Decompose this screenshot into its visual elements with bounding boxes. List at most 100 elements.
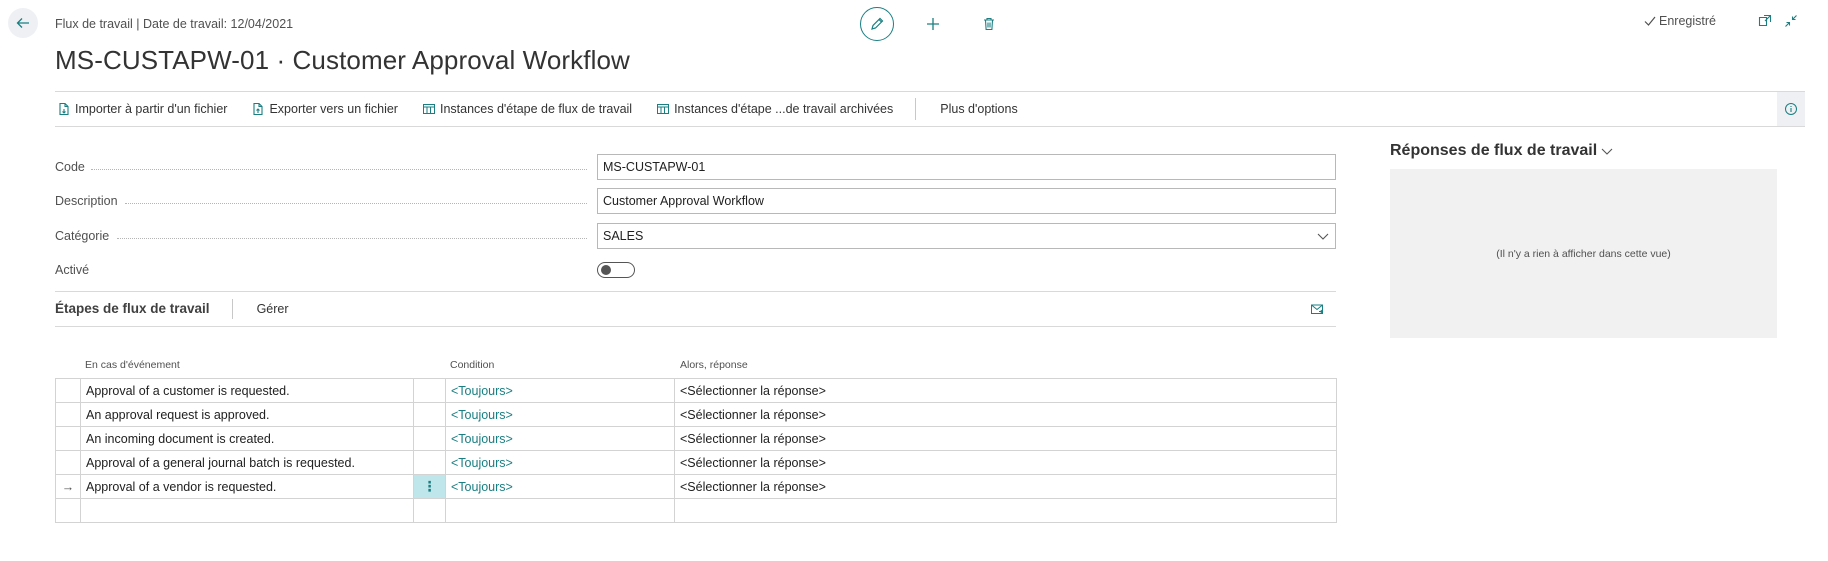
delete-button[interactable] xyxy=(972,7,1006,41)
row-menu-cell xyxy=(413,498,446,523)
event-cell[interactable]: An incoming document is created. xyxy=(80,426,414,451)
response-cell[interactable]: <Sélectionner la réponse> xyxy=(674,474,1337,499)
open-new-window-button[interactable] xyxy=(1758,14,1772,28)
table-icon xyxy=(422,104,435,114)
page-title: MS-CUSTAPW-01 · Customer Approval Workfl… xyxy=(55,45,630,75)
share-icon xyxy=(1311,304,1324,314)
step-instances-label: Instances d'étape de flux de travail xyxy=(439,102,633,116)
export-file-icon xyxy=(253,102,264,116)
category-value: SALES xyxy=(603,229,644,243)
response-cell[interactable]: <Sélectionner la réponse> xyxy=(674,450,1337,475)
workflow-steps-grid: Approval of a customer is requested. <To… xyxy=(55,378,1337,523)
collapse-icon xyxy=(1785,15,1797,27)
event-cell[interactable]: Approval of a general journal batch is r… xyxy=(80,450,414,475)
table-row[interactable]: Approval of a general journal batch is r… xyxy=(55,450,1337,475)
column-header-response[interactable]: Alors, réponse xyxy=(680,359,748,371)
share-button[interactable] xyxy=(1310,302,1324,316)
response-cell[interactable]: <Sélectionner la réponse> xyxy=(674,402,1337,427)
info-pane-button[interactable] xyxy=(1777,92,1805,126)
column-header-condition[interactable]: Condition xyxy=(450,359,494,371)
table-row[interactable]: An approval request is approved. <Toujou… xyxy=(55,402,1337,427)
record-toolbar xyxy=(860,7,1006,41)
code-field-row: Code MS-CUSTAPW-01 xyxy=(55,154,1336,180)
archived-step-instances-label: Instances d'étape ...de travail archivée… xyxy=(674,102,894,116)
condition-cell[interactable] xyxy=(445,498,675,523)
description-input[interactable]: Customer Approval Workflow xyxy=(597,188,1336,214)
archived-step-instances-action[interactable]: Instances d'étape ...de travail archivée… xyxy=(656,102,893,116)
saved-status: Enregistré xyxy=(1644,14,1716,28)
more-options-action[interactable]: Plus d'options xyxy=(940,102,1017,116)
row-menu-cell xyxy=(413,426,446,451)
more-options-label: Plus d'options xyxy=(940,102,1018,116)
response-cell[interactable] xyxy=(674,498,1337,523)
plus-icon xyxy=(927,18,939,30)
step-instances-action[interactable]: Instances d'étape de flux de travail xyxy=(422,102,632,116)
event-cell[interactable]: Approval of a customer is requested. xyxy=(80,378,414,403)
row-menu-cell xyxy=(413,450,446,475)
event-cell[interactable]: An approval request is approved. xyxy=(80,402,414,427)
table-row[interactable]: Approval of a customer is requested. <To… xyxy=(55,378,1337,403)
workflow-responses-label: Réponses de flux de travail xyxy=(1390,142,1598,159)
description-field-row: Description Customer Approval Workflow xyxy=(55,188,1336,214)
top-right-area: Enregistré xyxy=(1644,14,1798,28)
edit-button[interactable] xyxy=(860,7,894,41)
column-header-event[interactable]: En cas d'événement xyxy=(85,359,180,371)
enabled-label: Activé xyxy=(55,263,90,277)
export-file-action[interactable]: Exporter vers un fichier xyxy=(251,102,398,116)
condition-cell[interactable]: <Toujours> xyxy=(445,378,675,403)
trash-icon xyxy=(984,17,994,31)
back-arrow-icon xyxy=(16,18,29,28)
empty-view-message: (Il n'y a rien à afficher dans cette vue… xyxy=(1496,247,1671,260)
row-menu-cell xyxy=(413,402,446,427)
field-leader xyxy=(117,238,587,239)
export-file-label: Exporter vers un fichier xyxy=(269,102,398,116)
manage-button[interactable]: Gérer xyxy=(257,302,289,316)
category-select[interactable]: SALES xyxy=(597,223,1336,249)
description-label: Description xyxy=(55,194,118,208)
action-separator xyxy=(915,98,917,120)
event-cell[interactable] xyxy=(80,498,414,523)
open-in-new-window-icon xyxy=(1758,14,1772,27)
import-file-icon xyxy=(59,102,69,116)
row-indicator xyxy=(55,450,81,475)
condition-cell[interactable]: <Toujours> xyxy=(445,474,675,499)
row-indicator xyxy=(55,402,81,427)
action-bar: Importer à partir d'un fichier Exporter … xyxy=(55,91,1805,127)
condition-cell[interactable]: <Toujours> xyxy=(445,450,675,475)
chevron-down-icon xyxy=(1317,233,1329,240)
new-button[interactable] xyxy=(916,7,950,41)
field-leader xyxy=(91,169,587,170)
category-field-row: Catégorie SALES xyxy=(55,223,1336,249)
code-label: Code xyxy=(55,160,85,174)
row-indicator xyxy=(55,498,81,523)
condition-cell[interactable]: <Toujours> xyxy=(445,426,675,451)
table-row-current[interactable]: → Approval of a vendor is requested. ⋮ <… xyxy=(55,474,1337,499)
category-label: Catégorie xyxy=(55,229,110,243)
checkmark-icon xyxy=(1644,16,1656,26)
row-menu-cell[interactable]: ⋮ xyxy=(413,474,446,499)
workflow-steps-header: Étapes de flux de travail Gérer xyxy=(55,291,1336,327)
row-actions-icon[interactable]: ⋮ xyxy=(423,478,437,494)
table-row-new[interactable] xyxy=(55,498,1337,523)
back-button[interactable] xyxy=(8,8,38,38)
condition-cell[interactable]: <Toujours> xyxy=(445,402,675,427)
breadcrumb: Flux de travail | Date de travail: 12/04… xyxy=(55,17,294,31)
info-icon xyxy=(1785,103,1797,115)
workflow-responses-title[interactable]: Réponses de flux de travail xyxy=(1390,142,1613,160)
collapse-button[interactable] xyxy=(1784,14,1798,28)
enabled-toggle[interactable] xyxy=(597,262,635,278)
row-indicator xyxy=(55,426,81,451)
workflow-responses-panel: (Il n'y a rien à afficher dans cette vue… xyxy=(1390,169,1777,338)
code-input[interactable]: MS-CUSTAPW-01 xyxy=(597,154,1336,180)
event-cell[interactable]: Approval of a vendor is requested. xyxy=(80,474,414,499)
field-leader xyxy=(125,203,587,204)
import-file-action[interactable]: Importer à partir d'un fichier xyxy=(57,102,227,116)
response-cell[interactable]: <Sélectionner la réponse> xyxy=(674,426,1337,451)
row-menu-cell xyxy=(413,378,446,403)
workflow-steps-title: Étapes de flux de travail xyxy=(55,299,233,319)
table-row[interactable]: An incoming document is created. <Toujou… xyxy=(55,426,1337,451)
pencil-icon xyxy=(871,17,884,30)
saved-status-label: Enregistré xyxy=(1659,14,1716,28)
response-cell[interactable]: <Sélectionner la réponse> xyxy=(674,378,1337,403)
enabled-field-row: Activé xyxy=(55,257,1336,283)
